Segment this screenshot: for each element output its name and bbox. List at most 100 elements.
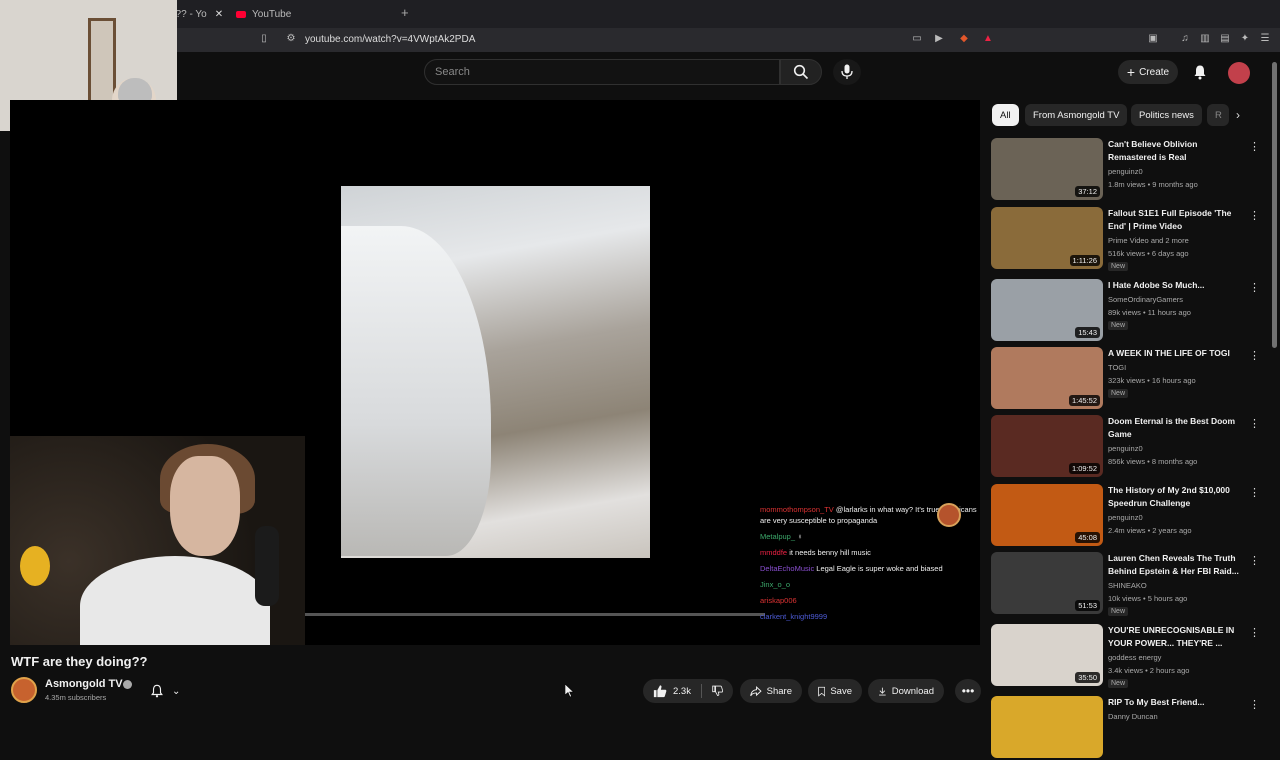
scrollbar[interactable] <box>1272 62 1277 348</box>
video-thumbnail[interactable]: 1:11:26 <box>991 207 1103 269</box>
channel-avatar[interactable] <box>11 677 37 703</box>
search-icon <box>793 64 809 80</box>
recommendation-item[interactable]: 15:43 I Hate Adobe So Much... SomeOrdinary… <box>991 279 1266 343</box>
duration-badge: 51:53 <box>1075 600 1100 611</box>
extensions-icon[interactable]: ✦ <box>1239 33 1251 45</box>
reader-icon[interactable]: ▣ <box>1147 33 1159 45</box>
recommendation-stats: 89k views • 11 hours ago <box>1108 308 1191 317</box>
more-actions-button[interactable]: ••• <box>955 679 981 703</box>
duration-badge: 1:09:52 <box>1068 463 1100 474</box>
recommendation-title[interactable]: YOU'RE UNRECOGNISABLE IN YOUR POWER... T… <box>1108 624 1243 650</box>
recommendation-item[interactable]: RIP To My Best Friend... Danny Duncan ⋮ <box>991 696 1266 760</box>
music-icon[interactable]: ♫ <box>1179 33 1191 45</box>
browser-tab-youtube[interactable]: YouTube <box>236 3 396 25</box>
video-thumbnail[interactable]: 15:43 <box>991 279 1103 341</box>
site-info-icon[interactable]: ⚙ <box>285 33 297 45</box>
new-tab-button[interactable]: + <box>401 5 409 20</box>
account-avatar[interactable] <box>1228 62 1250 84</box>
youtube-favicon-icon <box>236 10 246 18</box>
recommendation-item[interactable]: 1:11:26 Fallout S1E1 Full Episode 'The En… <box>991 207 1266 271</box>
new-badge: New <box>1108 262 1129 271</box>
recommendation-stats: 3.4k views • 2 hours ago <box>1108 666 1190 675</box>
recommendation-item[interactable]: 1:09:52 Doom Eternal is the Best Doom Gam… <box>991 415 1266 479</box>
recommendation-item[interactable]: 45:08 The History of My 2nd $10,000 Speed… <box>991 484 1266 548</box>
recommendation-title[interactable]: Doom Eternal is the Best Doom Game <box>1108 415 1243 441</box>
recommendation-item[interactable]: 35:50 YOU'RE UNRECOGNISABLE IN YOUR POWER… <box>991 624 1266 688</box>
download-icon <box>879 687 886 695</box>
chip-truncated[interactable]: R <box>1207 104 1229 126</box>
more-vertical-icon[interactable]: ⋮ <box>1249 698 1260 711</box>
more-vertical-icon[interactable]: ⋮ <box>1249 140 1260 153</box>
more-horizontal-icon: ••• <box>961 684 975 698</box>
chip-all[interactable]: All <box>992 104 1019 126</box>
duration-badge: 45:08 <box>1075 532 1100 543</box>
video-thumbnail[interactable]: 1:45:52 <box>991 347 1103 409</box>
tab-title: YouTube <box>252 8 292 20</box>
bell-icon <box>151 684 163 698</box>
voice-search-button[interactable] <box>833 59 861 85</box>
more-vertical-icon[interactable]: ⋮ <box>1249 486 1260 499</box>
recommendation-title[interactable]: RIP To My Best Friend... <box>1108 696 1243 709</box>
verified-icon <box>123 680 132 689</box>
bookmark-icon[interactable]: ▯ <box>258 33 270 45</box>
video-thumbnail[interactable]: 37:12 <box>991 138 1103 200</box>
screen-icon[interactable]: ▭ <box>911 33 923 45</box>
sidebar-icon[interactable]: ▥ <box>1199 33 1211 45</box>
recommendation-channel: SHINEAKO <box>1108 581 1147 590</box>
create-button[interactable]: + Create <box>1118 60 1178 84</box>
recommendation-title[interactable]: The History of My 2nd $10,000 Speedrun C… <box>1108 484 1243 510</box>
video-thumbnail[interactable]: 45:08 <box>991 484 1103 546</box>
recommendation-title[interactable]: A WEEK IN THE LIFE OF TOGI <box>1108 347 1243 360</box>
save-button[interactable]: Save <box>808 679 862 703</box>
chevron-right-icon[interactable]: › <box>1236 108 1240 122</box>
recommendation-title[interactable]: I Hate Adobe So Much... <box>1108 279 1243 292</box>
recommendation-title[interactable]: Fallout S1E1 Full Episode 'The End' | Pr… <box>1108 207 1243 233</box>
chip-politics-news[interactable]: Politics news <box>1131 104 1202 126</box>
more-vertical-icon[interactable]: ⋮ <box>1249 281 1260 294</box>
recommendation-item[interactable]: 1:45:52 A WEEK IN THE LIFE OF TOGI TOGI 323… <box>991 347 1266 411</box>
url-field[interactable]: youtube.com/watch?v=4VWptAk2PDA <box>305 34 475 45</box>
rewards-icon[interactable]: ▲ <box>982 33 994 45</box>
channel-name[interactable]: Asmongold TV <box>45 678 123 690</box>
recommendation-title[interactable]: Lauren Chen Reveals The Truth Behind Eps… <box>1108 552 1243 578</box>
video-player[interactable]: mommothompson_TV @larlarks in what way? … <box>10 100 980 645</box>
close-tab-icon[interactable]: ✕ <box>215 9 223 20</box>
recommendation-channel: SomeOrdinaryGamers <box>1108 295 1184 304</box>
search-button[interactable] <box>780 59 822 85</box>
brave-shield-icon[interactable]: ◆ <box>958 33 970 45</box>
recommendation-title[interactable]: Can't Believe Oblivion Remastered is Rea… <box>1108 138 1243 164</box>
recommendation-item[interactable]: 37:12 Can't Believe Oblivion Remastered i… <box>991 138 1266 202</box>
more-vertical-icon[interactable]: ⋮ <box>1249 349 1260 362</box>
download-button[interactable]: Download <box>868 679 944 703</box>
new-badge: New <box>1108 321 1129 330</box>
video-thumbnail[interactable]: 1:09:52 <box>991 415 1103 477</box>
play-icon[interactable]: ▶ <box>933 33 945 45</box>
video-thumbnail[interactable]: 51:53 <box>991 552 1103 614</box>
chat-message: DeltaEchoMusic Legal Eagle is super woke… <box>760 564 943 573</box>
video-title: WTF are they doing?? <box>11 654 148 669</box>
more-vertical-icon[interactable]: ⋮ <box>1249 209 1260 222</box>
recommendation-item[interactable]: 51:53 Lauren Chen Reveals The Truth Behin… <box>991 552 1266 616</box>
subscription-notification-button[interactable]: ⌄ <box>150 680 200 702</box>
video-progress-bar[interactable] <box>305 613 765 616</box>
video-thumbnail[interactable] <box>991 696 1103 758</box>
browser-tab-active[interactable]: g?? - Yo ✕ <box>170 3 230 25</box>
save-label: Save <box>830 685 852 697</box>
new-badge: New <box>1108 679 1129 688</box>
video-thumbnail[interactable]: 35:50 <box>991 624 1103 686</box>
like-button[interactable]: 2.3k <box>653 684 691 698</box>
menu-icon[interactable]: ☰ <box>1259 33 1271 45</box>
wallet-icon[interactable]: ▤ <box>1219 33 1231 45</box>
notifications-bell-icon[interactable] <box>1192 64 1208 80</box>
thumbs-down-icon[interactable] <box>712 684 723 698</box>
share-arrow-icon <box>750 685 762 696</box>
recommendation-channel: goddess energy <box>1108 653 1162 662</box>
more-vertical-icon[interactable]: ⋮ <box>1249 626 1260 639</box>
duration-badge: 35:50 <box>1075 672 1100 683</box>
chip-from-channel[interactable]: From Asmongold TV <box>1025 104 1128 126</box>
share-button[interactable]: Share <box>740 679 802 703</box>
more-vertical-icon[interactable]: ⋮ <box>1249 554 1260 567</box>
more-vertical-icon[interactable]: ⋮ <box>1249 417 1260 430</box>
search-input[interactable]: Search <box>424 59 780 85</box>
chat-message: ariskap006 <box>760 596 797 605</box>
